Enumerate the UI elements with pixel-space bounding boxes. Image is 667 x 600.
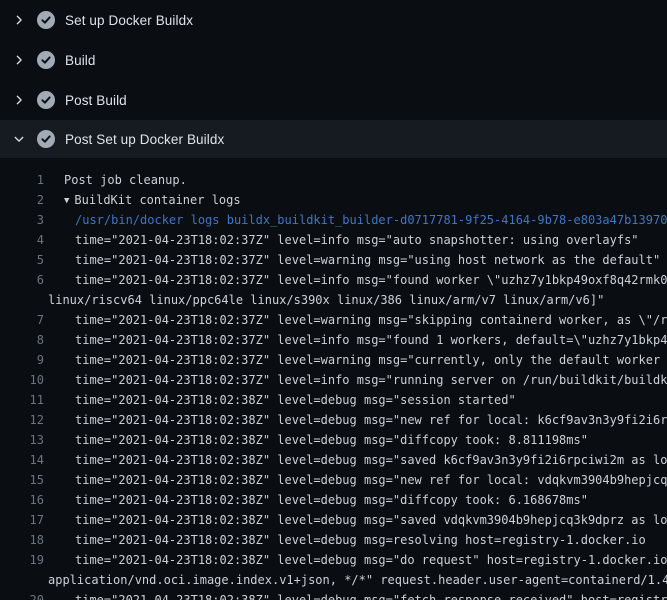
line-number[interactable]: 19 xyxy=(0,550,44,570)
log-text: time="2021-04-23T18:02:38Z" level=debug … xyxy=(48,510,667,530)
log-line-continuation: linux/riscv64 linux/ppc64le linux/s390x … xyxy=(0,290,667,310)
chevron-right-icon xyxy=(12,53,26,67)
chevron-down-icon xyxy=(12,132,26,146)
line-number xyxy=(0,570,44,590)
step-header-set-up-docker-buildx[interactable]: Set up Docker Buildx xyxy=(0,0,667,40)
check-circle-icon xyxy=(37,51,55,69)
log-line: 19time="2021-04-23T18:02:38Z" level=debu… xyxy=(0,550,667,570)
log-text: time="2021-04-23T18:02:38Z" level=debug … xyxy=(48,550,667,570)
log-line: 16time="2021-04-23T18:02:38Z" level=debu… xyxy=(0,490,667,510)
log-text: time="2021-04-23T18:02:37Z" level=warnin… xyxy=(48,310,667,330)
check-circle-icon xyxy=(37,11,55,29)
line-number[interactable]: 5 xyxy=(0,250,44,270)
line-number[interactable]: 17 xyxy=(0,510,44,530)
log-line: 10time="2021-04-23T18:02:37Z" level=info… xyxy=(0,370,667,390)
log-text: time="2021-04-23T18:02:37Z" level=info m… xyxy=(48,330,667,350)
log-text: time="2021-04-23T18:02:37Z" level=warnin… xyxy=(48,250,660,270)
chevron-right-icon xyxy=(12,13,26,27)
log-group-label: BuildKit container logs xyxy=(74,193,240,207)
log-line: 13time="2021-04-23T18:02:38Z" level=debu… xyxy=(0,430,667,450)
log-line: 1Post job cleanup. xyxy=(0,170,667,190)
triangle-down-icon: ▼ xyxy=(64,191,69,210)
line-number[interactable]: 11 xyxy=(0,390,44,410)
log-command-text: /usr/bin/docker logs buildx_buildkit_bui… xyxy=(48,210,667,230)
line-number[interactable]: 8 xyxy=(0,330,44,350)
line-number[interactable]: 18 xyxy=(0,530,44,550)
log-line: 15time="2021-04-23T18:02:38Z" level=debu… xyxy=(0,470,667,490)
line-number[interactable]: 9 xyxy=(0,350,44,370)
log-line: 6time="2021-04-23T18:02:37Z" level=info … xyxy=(0,270,667,290)
log-line: 18time="2021-04-23T18:02:38Z" level=debu… xyxy=(0,530,667,550)
log-line: 2 ▼ BuildKit container logs xyxy=(0,190,667,210)
log-text: time="2021-04-23T18:02:38Z" level=debug … xyxy=(48,530,646,550)
line-number xyxy=(0,290,44,310)
log-line: 14time="2021-04-23T18:02:38Z" level=debu… xyxy=(0,450,667,470)
line-number[interactable]: 12 xyxy=(0,410,44,430)
line-number[interactable]: 7 xyxy=(0,310,44,330)
step-header-post-build[interactable]: Post Build xyxy=(0,80,667,120)
log-text: time="2021-04-23T18:02:37Z" level=warnin… xyxy=(48,350,667,370)
log-line: 3/usr/bin/docker logs buildx_buildkit_bu… xyxy=(0,210,667,230)
log-line: 5time="2021-04-23T18:02:37Z" level=warni… xyxy=(0,250,667,270)
line-number[interactable]: 15 xyxy=(0,470,44,490)
log-text: time="2021-04-23T18:02:37Z" level=info m… xyxy=(48,370,667,390)
line-number[interactable]: 14 xyxy=(0,450,44,470)
line-number[interactable]: 1 xyxy=(0,170,44,190)
step-header-build[interactable]: Build xyxy=(0,40,667,80)
log-text: time="2021-04-23T18:02:38Z" level=debug … xyxy=(48,590,667,600)
chevron-right-icon xyxy=(12,93,26,107)
log-text: time="2021-04-23T18:02:38Z" level=debug … xyxy=(48,490,588,510)
log-line: 8time="2021-04-23T18:02:37Z" level=info … xyxy=(0,330,667,350)
line-number[interactable]: 10 xyxy=(0,370,44,390)
log-text: linux/riscv64 linux/ppc64le linux/s390x … xyxy=(48,290,604,310)
log-text: time="2021-04-23T18:02:38Z" level=debug … xyxy=(48,470,667,490)
log-line: 11time="2021-04-23T18:02:38Z" level=debu… xyxy=(0,390,667,410)
line-number[interactable]: 2 xyxy=(0,190,44,210)
step-label: Post Set up Docker Buildx xyxy=(65,132,224,147)
log-line: 12time="2021-04-23T18:02:38Z" level=debu… xyxy=(0,410,667,430)
log-line: 4time="2021-04-23T18:02:37Z" level=info … xyxy=(0,230,667,250)
line-number[interactable]: 4 xyxy=(0,230,44,250)
log-text: time="2021-04-23T18:02:38Z" level=debug … xyxy=(48,410,667,430)
log-text: time="2021-04-23T18:02:37Z" level=info m… xyxy=(48,230,639,250)
step-label: Set up Docker Buildx xyxy=(65,13,193,28)
step-header-post-set-up-docker-buildx[interactable]: Post Set up Docker Buildx xyxy=(0,120,667,158)
log-text: time="2021-04-23T18:02:38Z" level=debug … xyxy=(48,430,588,450)
log-line: 7time="2021-04-23T18:02:37Z" level=warni… xyxy=(0,310,667,330)
step-label: Build xyxy=(65,53,96,68)
log-group-toggle[interactable]: ▼ BuildKit container logs xyxy=(48,190,241,210)
log-text: time="2021-04-23T18:02:38Z" level=debug … xyxy=(48,390,516,410)
line-number[interactable]: 16 xyxy=(0,490,44,510)
step-label: Post Build xyxy=(65,93,127,108)
log-text: time="2021-04-23T18:02:38Z" level=debug … xyxy=(48,450,667,470)
log-text: time="2021-04-23T18:02:37Z" level=info m… xyxy=(48,270,667,290)
line-number[interactable]: 13 xyxy=(0,430,44,450)
steps-list: Set up Docker Buildx Build Post Build Post … xyxy=(0,0,667,158)
check-circle-icon xyxy=(37,130,55,148)
log-line: 17time="2021-04-23T18:02:38Z" level=debu… xyxy=(0,510,667,530)
log-text: application/vnd.oci.image.index.v1+json,… xyxy=(48,570,667,590)
check-circle-icon xyxy=(37,91,55,109)
line-number[interactable]: 20 xyxy=(0,590,44,600)
line-number[interactable]: 6 xyxy=(0,270,44,290)
log-text: Post job cleanup. xyxy=(48,170,187,190)
log-line: 20 time="2021-04-23T18:02:38Z" level=debu… xyxy=(0,590,667,600)
log-line-continuation: application/vnd.oci.image.index.v1+json,… xyxy=(0,570,667,590)
log-viewer: 1Post job cleanup.2 ▼ BuildKit container l… xyxy=(0,158,667,600)
log-line: 9time="2021-04-23T18:02:37Z" level=warni… xyxy=(0,350,667,370)
line-number[interactable]: 3 xyxy=(0,210,44,230)
